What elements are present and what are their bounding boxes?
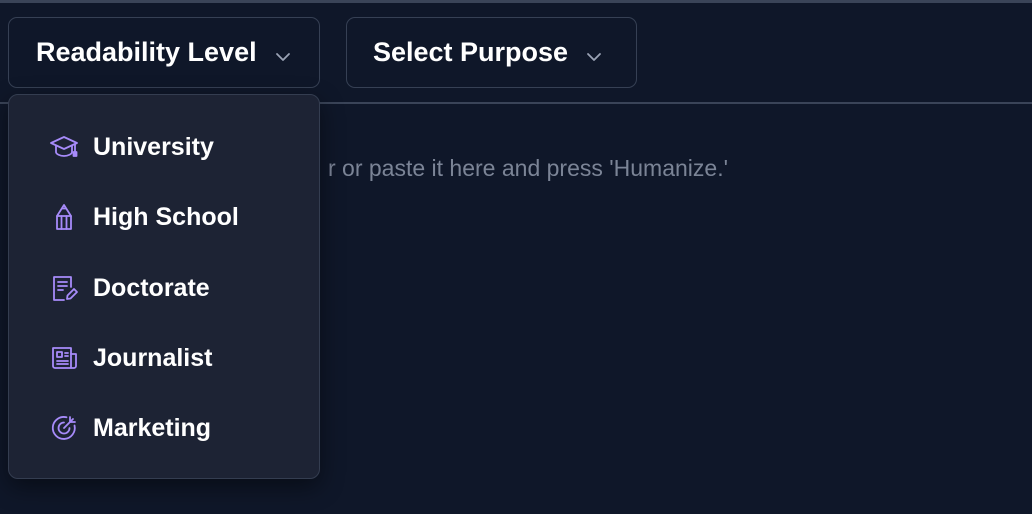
menu-item-journalist[interactable]: Journalist [9, 330, 319, 386]
editor-placeholder[interactable]: r or paste it here and press 'Humanize.' [328, 155, 728, 182]
top-divider [0, 0, 1032, 3]
target-icon [47, 411, 81, 445]
menu-item-label: Journalist [93, 343, 213, 372]
menu-item-doctorate[interactable]: Doctorate [9, 260, 319, 316]
menu-item-label: Marketing [93, 413, 212, 442]
readability-level-menu: University High School Doctorate Journal… [8, 94, 320, 479]
menu-item-label: High School [93, 202, 239, 231]
readability-level-dropdown[interactable]: Readability Level [8, 17, 320, 88]
menu-item-university[interactable]: University [9, 119, 319, 175]
document-edit-icon [47, 271, 81, 305]
select-purpose-label: Select Purpose [373, 37, 569, 67]
chevron-down-icon [273, 43, 293, 63]
readability-level-label: Readability Level [36, 37, 257, 67]
newspaper-icon [47, 341, 81, 375]
graduation-cap-icon [47, 130, 81, 164]
select-purpose-dropdown[interactable]: Select Purpose [346, 17, 637, 88]
pencil-icon [47, 200, 81, 234]
chevron-down-icon [584, 43, 604, 63]
menu-item-label: Doctorate [93, 273, 210, 302]
menu-item-marketing[interactable]: Marketing [9, 400, 319, 456]
menu-item-high-school[interactable]: High School [9, 189, 319, 245]
menu-item-label: University [93, 132, 214, 161]
